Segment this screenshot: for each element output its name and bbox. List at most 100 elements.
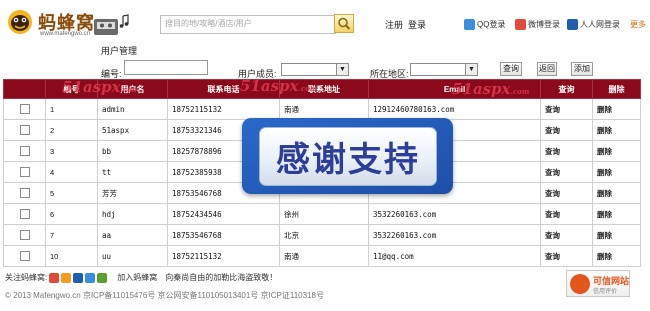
- watermark-suffix: .com: [298, 84, 318, 93]
- member-select[interactable]: ▼: [281, 63, 349, 76]
- cell-address: 南通: [279, 245, 369, 267]
- query-link[interactable]: 查询: [540, 203, 593, 225]
- row-checkbox[interactable]: [19, 230, 30, 240]
- weibo-icon[interactable]: [49, 272, 60, 283]
- query-link[interactable]: 查询: [540, 245, 593, 267]
- watermark: 51aspx.com: [62, 78, 139, 96]
- cell-id: 2: [45, 119, 98, 141]
- douban-icon[interactable]: [97, 272, 108, 283]
- renren-icon[interactable]: [73, 272, 84, 283]
- cell-address: 徐州: [279, 203, 369, 225]
- cell-id: 6: [45, 203, 98, 225]
- query-link[interactable]: 查询: [540, 182, 593, 204]
- qzone-icon[interactable]: [61, 272, 72, 283]
- login-link[interactable]: 登录: [408, 18, 426, 31]
- cell-phone: 18752115132: [167, 245, 280, 267]
- query-button[interactable]: 查询: [500, 62, 522, 76]
- cassette-music-icon: [94, 14, 129, 35]
- col-delete: 删除: [592, 79, 641, 99]
- table-row: 10 uu 18752115132 南通 11@qq.com 查询 删除: [3, 245, 641, 267]
- query-link[interactable]: 查询: [540, 161, 593, 183]
- weibo-icon: [515, 18, 526, 30]
- register-link[interactable]: 注册: [385, 18, 403, 31]
- search-icon: [338, 17, 351, 30]
- delete-link[interactable]: 删除: [592, 140, 641, 162]
- delete-link[interactable]: 删除: [592, 224, 641, 246]
- tencent-weibo-icon[interactable]: [85, 272, 96, 283]
- follow-label: 关注蚂蜂窝:: [5, 273, 48, 282]
- row-checkbox[interactable]: [19, 104, 30, 114]
- row-checkbox[interactable]: [19, 167, 30, 177]
- watermark-text: 51aspx: [452, 80, 511, 98]
- row-checkbox[interactable]: [19, 146, 30, 156]
- delete-link[interactable]: 删除: [592, 98, 641, 120]
- renren-login[interactable]: 人人网登录: [567, 17, 620, 31]
- region-select[interactable]: ▼: [410, 63, 478, 76]
- table-row: 1 admin 18752115132 南通 12912460780163.co…: [3, 98, 641, 120]
- delete-link[interactable]: 删除: [592, 119, 641, 141]
- weibo-login-label: 微博登录: [528, 19, 560, 29]
- cell-id: 7: [45, 224, 98, 246]
- cell-username: 51aspx: [97, 119, 168, 141]
- cell-username: uu: [97, 245, 168, 267]
- row-checkbox[interactable]: [19, 125, 30, 135]
- trusted-site-badge[interactable]: 可信网站 信用评价: [566, 270, 630, 297]
- query-link[interactable]: 查询: [540, 119, 593, 141]
- thanks-text: 感谢支持: [276, 140, 420, 180]
- renren-icon: [567, 18, 578, 30]
- search-box: [160, 15, 337, 34]
- delete-link[interactable]: 删除: [592, 182, 641, 204]
- watermark: 51aspx.com: [452, 80, 529, 98]
- site-logo[interactable]: 蚂蜂窝 www.mafengwo.cn: [4, 6, 129, 40]
- cell-email: 12912460780163.com: [368, 98, 541, 120]
- more-link[interactable]: 更多: [630, 19, 646, 30]
- thanks-popup: 感谢支持: [242, 118, 453, 194]
- cell-phone: 18752115132: [167, 98, 280, 120]
- page-title: 用户管理: [101, 46, 138, 56]
- row-checkbox[interactable]: [19, 188, 30, 198]
- cell-id: 4: [45, 161, 98, 183]
- row-checkbox[interactable]: [19, 209, 30, 219]
- table-row: 6 hdj 18752434546 徐州 3532260163.com 查询 删…: [3, 203, 641, 225]
- cell-id: 5: [45, 182, 98, 204]
- search-input[interactable]: [161, 16, 337, 31]
- col-query: 查询: [540, 79, 593, 99]
- col-select: [3, 79, 46, 99]
- cell-phone: 18753546768: [167, 224, 280, 246]
- cell-username: bb: [97, 140, 168, 162]
- cell-username: admin: [97, 98, 168, 120]
- cell-username: 芳芳: [97, 182, 168, 204]
- cell-username: hdj: [97, 203, 168, 225]
- cell-email: 3532260163.com: [368, 203, 541, 225]
- id-input[interactable]: [124, 60, 208, 75]
- slogan: 向秦尚自由的加勒比海盗致敬！: [165, 273, 278, 282]
- cell-email: 3532260163.com: [368, 224, 541, 246]
- weibo-login[interactable]: 微博登录: [515, 17, 560, 31]
- delete-link[interactable]: 删除: [592, 203, 641, 225]
- cell-id: 3: [45, 140, 98, 162]
- query-link[interactable]: 查询: [540, 98, 593, 120]
- qq-login[interactable]: QQ登录: [464, 17, 505, 31]
- copyright: © 2013 Mafengwo.cn 京ICP备11015476号 京公网安备1…: [5, 291, 324, 300]
- cell-id: 10: [45, 245, 98, 267]
- row-checkbox[interactable]: [19, 251, 30, 261]
- table-row: 7 aa 18753546768 北京 3532260163.com 查询 删除: [3, 224, 641, 246]
- watermark-suffix: .com: [120, 85, 140, 94]
- qq-icon: [464, 18, 475, 30]
- query-link[interactable]: 查询: [540, 224, 593, 246]
- trusted-icon: [570, 274, 590, 294]
- chevron-down-icon: ▼: [336, 64, 348, 75]
- delete-link[interactable]: 删除: [592, 161, 641, 183]
- search-button[interactable]: [334, 14, 354, 33]
- delete-link[interactable]: 删除: [592, 245, 641, 267]
- follow-bar: 关注蚂蜂窝: 加入蚂蜂窝 向秦尚自由的加勒比海盗致敬！: [5, 272, 277, 283]
- join-link[interactable]: 加入蚂蜂窝: [117, 272, 157, 283]
- qq-login-label: QQ登录: [477, 19, 506, 29]
- query-link[interactable]: 查询: [540, 140, 593, 162]
- chevron-down-icon: ▼: [465, 64, 477, 75]
- back-button[interactable]: 返回: [537, 62, 557, 76]
- bee-logo-icon: [8, 10, 32, 34]
- add-button[interactable]: 添加: [571, 62, 593, 76]
- renren-login-label: 人人网登录: [580, 19, 620, 29]
- watermark-text: 51aspx: [62, 78, 121, 96]
